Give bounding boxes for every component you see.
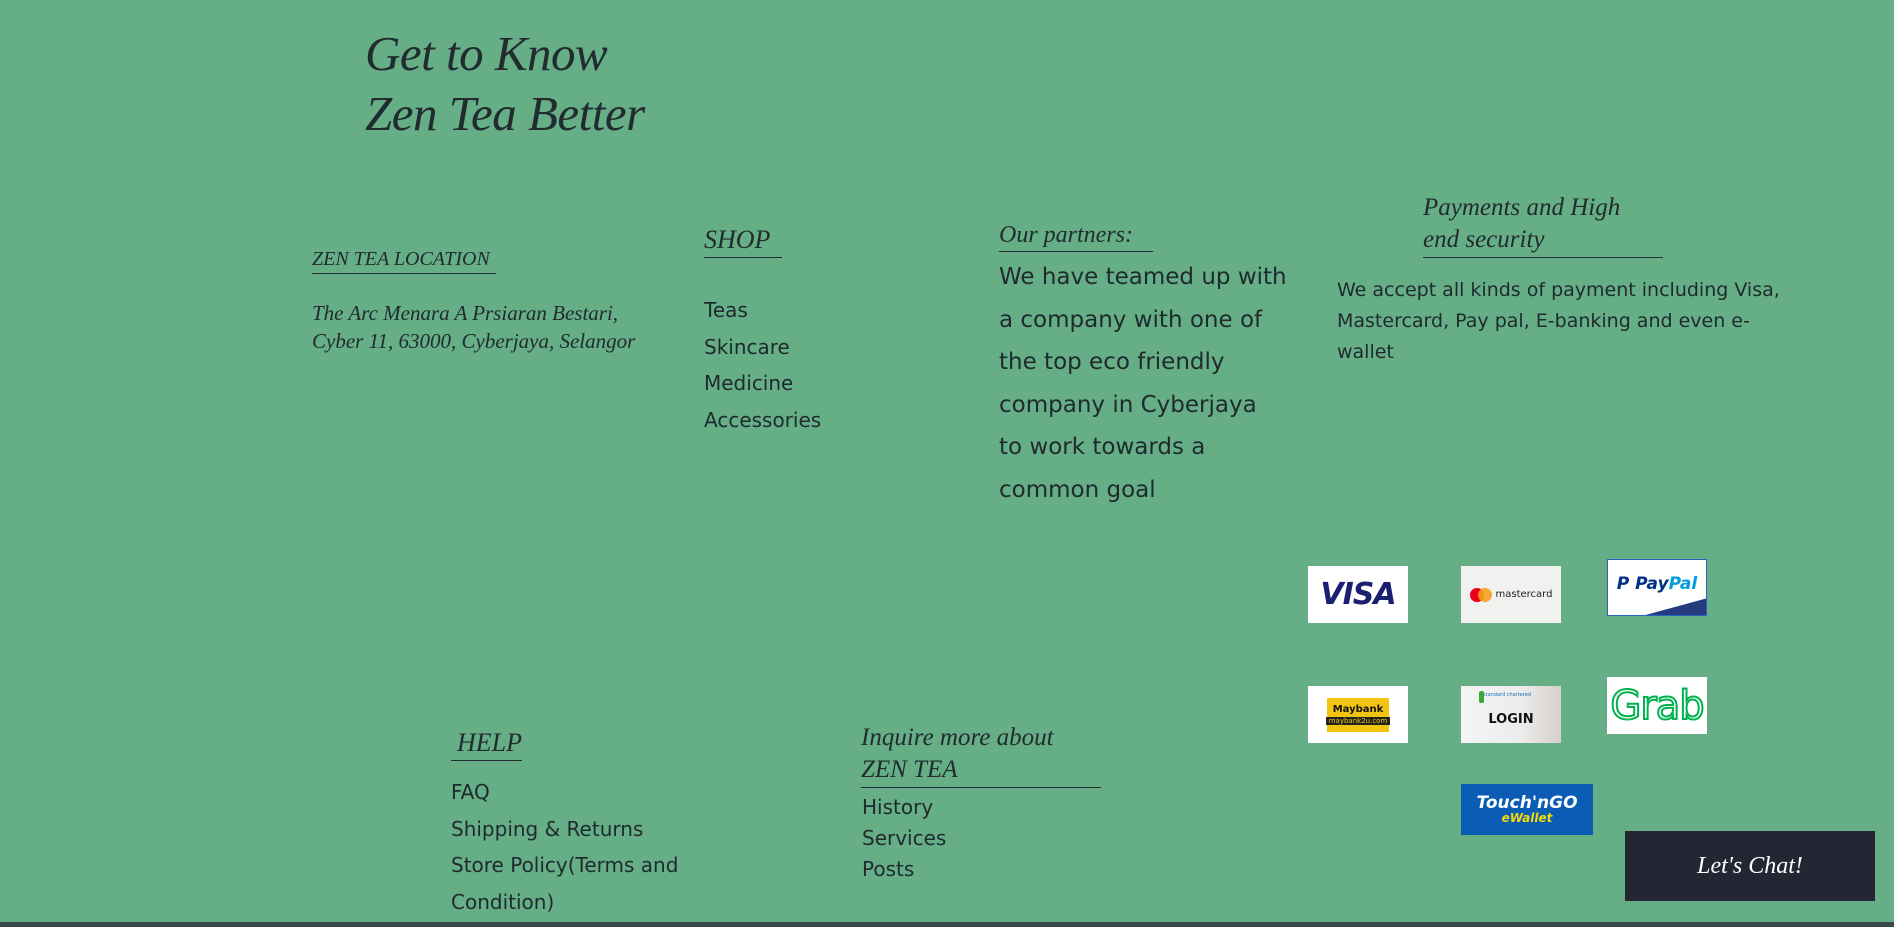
- shop-link-medicine[interactable]: Medicine: [704, 365, 821, 402]
- shop-link-skincare[interactable]: Skincare: [704, 329, 821, 366]
- bottom-divider: [0, 922, 1894, 927]
- partners-line: common goal: [999, 476, 1156, 503]
- payments-heading-line2: end security: [1423, 226, 1545, 253]
- page-title-line1: Get to Know: [365, 26, 608, 81]
- inquire-heading-line2: ZEN TEA: [861, 756, 958, 783]
- paypal-logo-text: P PayPal: [1616, 573, 1698, 594]
- shop-section: SHOP Teas Skincare Medicine Accessories: [704, 225, 821, 438]
- partners-line: to work towards a: [999, 434, 1206, 460]
- maybank-logo-text: Maybank: [1332, 704, 1384, 715]
- partners-line: a company with one of: [999, 306, 1263, 333]
- payments-description: We accept all kinds of payment including…: [1337, 275, 1780, 368]
- mastercard-logo-text: mastercard: [1495, 589, 1553, 600]
- standard-chartered-login-logo: standard chartered LOGIN: [1461, 686, 1561, 743]
- visa-logo-text: VISA: [1320, 577, 1396, 612]
- inquire-section: Inquire more about ZEN TEA History Servi…: [861, 722, 1101, 885]
- grab-logo-text: Grab: [1609, 682, 1705, 730]
- lets-chat-button[interactable]: Let's Chat!: [1625, 831, 1875, 901]
- mastercard-logo: mastercard: [1461, 566, 1561, 623]
- help-link-store-policy[interactable]: Store Policy(Terms and: [451, 847, 678, 884]
- maybank-badge: Maybank maybank2u.com: [1325, 697, 1391, 732]
- touchngo-ewallet-text: eWallet: [1501, 811, 1553, 825]
- help-heading: HELP: [451, 728, 522, 761]
- page-title: Get to Know Zen Tea Better: [365, 24, 645, 144]
- partners-text: We have teamed up with a company with on…: [999, 256, 1287, 511]
- mastercard-circles-icon: [1469, 587, 1492, 602]
- standard-chartered-text: standard chartered: [1483, 692, 1532, 698]
- shop-heading: SHOP: [704, 225, 783, 258]
- address-line1: The Arc Menara A Prsiaran Bestari,: [312, 301, 619, 325]
- shop-link-teas[interactable]: Teas: [704, 292, 821, 329]
- partners-section: Our partners: We have teamed up with a c…: [999, 222, 1287, 511]
- inquire-link-history[interactable]: History: [862, 792, 1101, 823]
- partners-line: the top eco friendly: [999, 349, 1225, 375]
- payments-heading-line1: Payments and High: [1423, 194, 1621, 221]
- help-link-shipping-returns[interactable]: Shipping & Returns: [451, 811, 678, 848]
- partners-line: company in Cyberjaya: [999, 391, 1257, 418]
- grab-logo: Grab: [1607, 677, 1707, 734]
- standard-chartered-icon: [1479, 691, 1484, 703]
- shop-link-accessories[interactable]: Accessories: [704, 402, 821, 439]
- payments-description-line: wallet: [1337, 341, 1394, 363]
- maybank-logo: Maybank maybank2u.com: [1308, 686, 1408, 743]
- inquire-heading: Inquire more about ZEN TEA: [861, 722, 1101, 788]
- payments-description-line: We accept all kinds of payment including…: [1337, 279, 1780, 301]
- touchngo-logo-text: Touch'nGO: [1476, 793, 1578, 813]
- help-links: FAQ Shipping & Returns Store Policy(Term…: [451, 774, 678, 920]
- inquire-heading-line1: Inquire more about: [861, 724, 1054, 751]
- address-line2: Cyber 11, 63000, Cyberjaya, Selangor: [312, 329, 636, 353]
- shop-links: Teas Skincare Medicine Accessories: [704, 292, 821, 438]
- inquire-links: History Services Posts: [861, 792, 1101, 885]
- touchngo-logo: Touch'nGO eWallet: [1461, 784, 1593, 835]
- payments-description-line: Mastercard, Pay pal, E-banking and even …: [1337, 310, 1750, 332]
- visa-logo: VISA: [1308, 566, 1408, 623]
- inquire-link-services[interactable]: Services: [862, 823, 1101, 854]
- help-link-faq[interactable]: FAQ: [451, 774, 678, 811]
- payments-heading: Payments and High end security: [1423, 192, 1663, 258]
- partners-line: We have teamed up with: [999, 264, 1287, 290]
- maybank-sub-text: maybank2u.com: [1325, 717, 1391, 725]
- help-section: HELP FAQ Shipping & Returns Store Policy…: [451, 728, 678, 920]
- inquire-link-posts[interactable]: Posts: [862, 854, 1101, 885]
- paypal-logo: P PayPal: [1607, 559, 1707, 616]
- help-link-store-policy-cont[interactable]: Condition): [451, 884, 678, 921]
- location-address: The Arc Menara A Prsiaran Bestari, Cyber…: [312, 299, 635, 355]
- login-text: LOGIN: [1488, 712, 1534, 727]
- location-heading: ZEN TEA LOCATION: [312, 248, 496, 274]
- location-section: ZEN TEA LOCATION The Arc Menara A Prsiar…: [312, 248, 635, 355]
- page-title-line2: Zen Tea Better: [365, 86, 645, 141]
- partners-heading: Our partners:: [999, 222, 1154, 252]
